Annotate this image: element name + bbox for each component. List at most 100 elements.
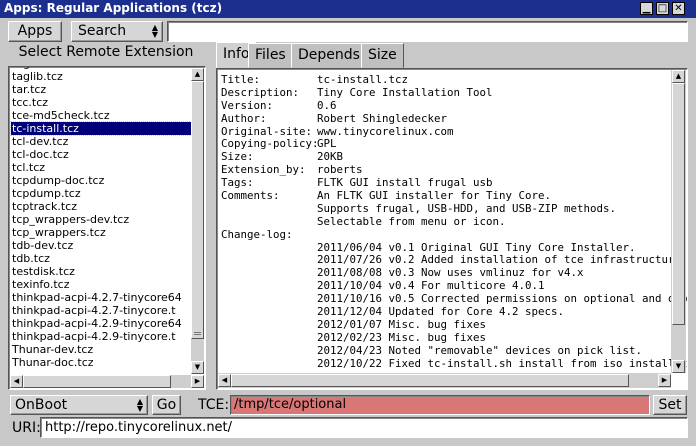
apps-button[interactable]: Apps [8, 21, 62, 42]
close-icon[interactable]: ✕ [672, 2, 685, 15]
list-item[interactable]: tdb-dev.tcz [11, 239, 191, 252]
info-value: 2011/10/16 v0.5 Corrected permissions on… [317, 292, 688, 306]
scroll-left-icon[interactable]: ◀ [10, 375, 23, 388]
info-value: 0.6 [317, 98, 337, 112]
install-mode-label: OnBoot [15, 397, 68, 413]
info-scroll-right-icon[interactable]: ▶ [658, 374, 671, 387]
info-key: Title: [221, 73, 261, 86]
info-vertical-scrollbar[interactable]: ▲ ▼ [671, 70, 686, 373]
info-horizontal-scrollbar[interactable]: ◀ ▶ [218, 373, 671, 388]
info-value: 2011/12/04 Updated for Core 4.2 specs. [317, 305, 565, 319]
list-item[interactable]: tar.tcz [11, 83, 191, 96]
set-button[interactable]: Set [653, 395, 687, 415]
list-horizontal-scrollbar[interactable]: ◀ ▶ [10, 375, 204, 388]
list-item[interactable]: tcp_wrappers.tcz [11, 226, 191, 239]
list-item[interactable]: thinkpad-acpi-4.2.7-tinycore64 [11, 291, 191, 304]
list-item[interactable]: tcl-doc.tcz [11, 148, 191, 161]
list-item[interactable]: texinfo.tcz [11, 278, 191, 291]
go-button[interactable]: Go [152, 395, 181, 415]
info-value: Robert Shingledecker [317, 111, 448, 125]
list-item[interactable]: tce-md5check.tcz [11, 109, 191, 122]
tce-path-field[interactable]: /tmp/tce/optional [230, 395, 650, 415]
info-value: roberts [317, 163, 363, 177]
info-scroll-left-icon[interactable]: ◀ [218, 374, 231, 387]
search-mode-label: Search [78, 23, 127, 39]
list-item[interactable]: tcpdump-doc.tcz [11, 174, 191, 187]
info-value: Supports frugal, USB-HDD, and USB-ZIP me… [317, 201, 617, 215]
list-item[interactable]: tcptrack.tcz [11, 200, 191, 213]
tce-label: TCE: [198, 397, 230, 413]
list-vertical-scrollbar[interactable]: ▲ ▼ [191, 68, 204, 374]
info-text: Title: tc-install.tcz Description: Tiny Cor… [221, 73, 688, 371]
search-input[interactable] [167, 21, 688, 42]
list-item[interactable]: Thunar-doc.tcz [11, 356, 191, 369]
info-hscroll-thumb[interactable] [231, 374, 629, 387]
info-key: Description: [221, 85, 300, 99]
info-value: 2012/02/23 Misc. bug fixes [317, 330, 487, 344]
info-value: 2011/10/04 v0.4 For multicore 4.0.1 [317, 279, 545, 293]
info-panel[interactable]: Title: tc-install.tcz Description: Tiny Cor… [216, 68, 688, 390]
info-value: 2011/08/08 v0.3 Now uses vmlinuz for v4.… [317, 266, 584, 280]
uri-label: URI: [12, 420, 41, 436]
list-item[interactable]: testdisk.tcz [11, 265, 191, 278]
search-mode-select[interactable]: Search ▲ ▼ [71, 21, 163, 42]
list-item[interactable]: tcp_wrappers-dev.tcz [11, 213, 191, 226]
list-item[interactable]: tdb.tcz [11, 252, 191, 265]
info-value: 2012/04/23 Noted "removable" devices on … [317, 343, 643, 357]
list-scroll-thumb[interactable] [191, 81, 204, 339]
title-bar[interactable]: Apps: Regular Applications (tcz) ▁ □ ✕ [0, 0, 696, 18]
info-value: An FLTK GUI installer for Tiny Core. [317, 189, 552, 203]
info-value: tc-install.tcz [317, 73, 409, 86]
extension-list-items: taglib-dev.tcztaglib.tcztar.tcztcc.tcztc… [10, 67, 192, 369]
info-row: Author: Robert Shingledecker [221, 111, 687, 126]
tab-files[interactable]: Files [248, 43, 293, 68]
list-item[interactable]: taglib.tcz [11, 70, 191, 83]
info-key: Version: [221, 98, 274, 112]
info-scroll-thumb[interactable] [672, 83, 685, 325]
info-key: Comments: [221, 189, 280, 203]
info-value: Tiny Core Installation Tool [317, 85, 493, 99]
window-title: Apps: Regular Applications (tcz) [4, 1, 223, 15]
extension-list[interactable]: taglib-dev.tcztaglib.tcztar.tcztcc.tcztc… [8, 66, 206, 390]
tab-depends[interactable]: Depends [291, 43, 367, 68]
info-value: 2011/07/26 v0.2 Added installation of tc… [317, 253, 688, 267]
uri-field[interactable]: http://repo.tinycorelinux.net/ [40, 417, 688, 438]
info-row: Selectable from menu or icon. [221, 214, 687, 229]
list-item[interactable]: tcc.tcz [11, 96, 191, 109]
tab-size[interactable]: Size [361, 43, 404, 68]
info-row: Copying-policy:GPL [221, 137, 687, 151]
spin-arrows-icon: ▲ ▼ [136, 397, 143, 413]
info-row: 2012/10/22 Fixed tc-install.sh install f… [221, 356, 688, 371]
list-heading: Select Remote Extension [18, 44, 194, 60]
list-hscroll-thumb[interactable] [23, 375, 171, 388]
info-value: 2011/06/04 v0.1 Original GUI Tiny Core I… [317, 240, 636, 254]
info-row: Description: Tiny Core Installation Tool [221, 85, 687, 100]
info-scroll-down-icon[interactable]: ▼ [672, 360, 685, 373]
info-key: Author: [221, 111, 267, 125]
info-value: www.tinycorelinux.com [317, 124, 454, 138]
spin-arrows-icon: ▲ ▼ [151, 23, 158, 39]
scroll-down-icon[interactable]: ▼ [191, 361, 204, 374]
info-value: 20KB [317, 150, 344, 164]
list-item[interactable]: tcl.tcz [11, 161, 191, 174]
scroll-right-icon[interactable]: ▶ [191, 375, 204, 388]
list-item[interactable]: tcl-dev.tcz [11, 135, 191, 148]
info-value: FLTK GUI install frugal usb [317, 176, 493, 190]
scroll-up-icon[interactable]: ▲ [191, 68, 204, 81]
info-value: GPL [317, 137, 337, 151]
list-item[interactable]: thinkpad-acpi-4.2.9-tinycore64 [11, 317, 191, 330]
info-value: Selectable from menu or icon. [317, 214, 506, 228]
list-item[interactable]: thinkpad-acpi-4.2.7-tinycore.t [11, 304, 191, 317]
install-mode-select[interactable]: OnBoot ▲ ▼ [10, 395, 148, 415]
list-item[interactable]: tcpdump.tcz [11, 187, 191, 200]
list-item[interactable]: Thunar-dev.tcz [11, 343, 191, 356]
minimize-icon[interactable]: ▁ [640, 2, 653, 15]
info-value: 2012/01/07 Misc. bug fixes [317, 317, 487, 331]
info-key: Change-log: [221, 227, 293, 241]
list-item-selected[interactable]: tc-install.tcz [10, 121, 192, 136]
info-scroll-up-icon[interactable]: ▲ [672, 70, 685, 83]
info-value: 2012/10/22 Fixed tc-install.sh install f… [317, 356, 688, 370]
info-row: Version: 0.6 [221, 98, 687, 113]
list-item[interactable]: thinkpad-acpi-4.2.9-tinycore.t [11, 330, 191, 343]
maximize-icon[interactable]: □ [656, 2, 669, 15]
